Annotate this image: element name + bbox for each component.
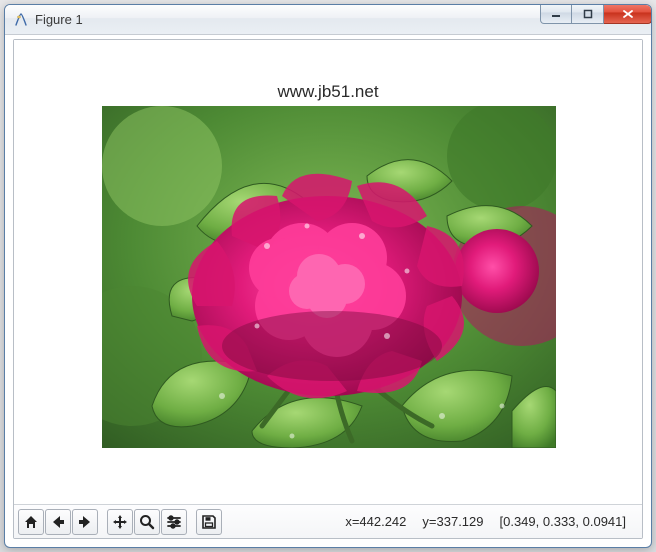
move-icon (112, 514, 128, 530)
window-title: Figure 1 (35, 12, 83, 27)
window-controls (540, 4, 652, 24)
configure-subplots-button[interactable] (161, 509, 187, 535)
content-frame: www.jb51.net (13, 39, 643, 539)
forward-button[interactable] (72, 509, 98, 535)
python-tk-icon (13, 12, 29, 28)
navigation-toolbar: x=442.242 y=337.129 [0.349, 0.333, 0.094… (14, 504, 642, 538)
close-button[interactable] (604, 4, 652, 24)
cursor-y-value: y=337.129 (422, 514, 483, 529)
home-button[interactable] (18, 509, 44, 535)
coordinate-readout: x=442.242 y=337.129 [0.349, 0.333, 0.094… (345, 514, 638, 529)
axes-image[interactable] (102, 106, 556, 448)
pixel-rgb-value: [0.349, 0.333, 0.0941] (500, 514, 627, 529)
figure-window: Figure 1 www.jb51.net (4, 4, 652, 548)
titlebar[interactable]: Figure 1 (5, 5, 651, 35)
minimize-button[interactable] (540, 4, 572, 24)
pan-button[interactable] (107, 509, 133, 535)
magnifier-icon (139, 514, 155, 530)
back-button[interactable] (45, 509, 71, 535)
figure-canvas[interactable]: www.jb51.net (14, 40, 642, 504)
cursor-x-value: x=442.242 (345, 514, 406, 529)
arrow-right-icon (77, 514, 93, 530)
arrow-left-icon (50, 514, 66, 530)
sliders-icon (166, 514, 182, 530)
maximize-button[interactable] (572, 4, 604, 24)
save-button[interactable] (196, 509, 222, 535)
floppy-disk-icon (201, 514, 217, 530)
home-icon (23, 514, 39, 530)
axes-title: www.jb51.net (14, 82, 642, 102)
zoom-button[interactable] (134, 509, 160, 535)
